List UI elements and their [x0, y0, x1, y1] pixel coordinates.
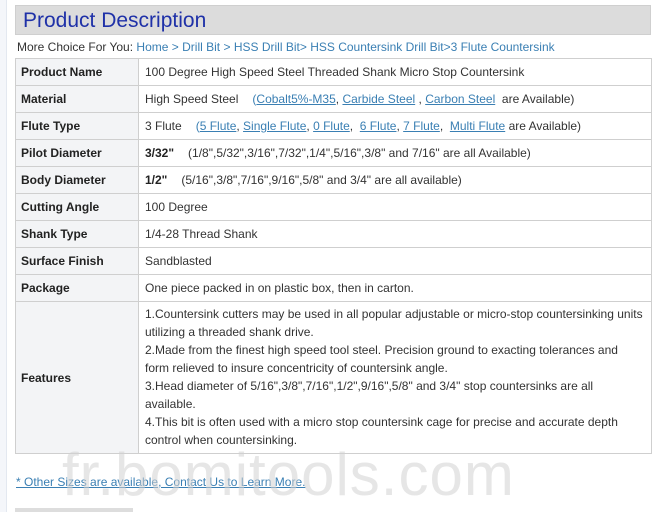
table-row: Package One piece packed in on plastic b… — [15, 274, 652, 302]
breadcrumb-3-flute-countersink[interactable]: 3 Flute Countersink — [451, 40, 555, 54]
spec-label: Surface Finish — [15, 247, 139, 275]
flute-option-link[interactable]: 7 Flute — [403, 119, 440, 133]
material-option-link[interactable]: Carbide Steel — [342, 92, 415, 106]
flute-value: 3 Flute — [145, 119, 182, 133]
material-value: High Speed Steel — [145, 92, 239, 106]
feature-item: 1.Countersink cutters may be used in all… — [145, 307, 643, 339]
flute-option-link[interactable]: Multi Flute — [450, 119, 505, 133]
table-row: Shank Type 1/4-28 Thread Shank — [15, 220, 652, 248]
flute-option-link[interactable]: 6 Flute — [360, 119, 397, 133]
breadcrumb-separator: > — [443, 40, 451, 54]
page-title: Product Description — [23, 9, 207, 32]
spec-value: Sandblasted — [138, 247, 652, 275]
spec-value: 3 Flute (5 Flute, Single Flute, 0 Flute, … — [138, 112, 652, 140]
spec-label: Cutting Angle — [15, 193, 139, 221]
pilot-diameter-value: 3/32" — [145, 146, 175, 160]
spec-label: Shank Type — [15, 220, 139, 248]
section-header: Product Description — [15, 5, 651, 35]
spec-label: Pilot Diameter — [15, 139, 139, 167]
spec-label: Flute Type — [15, 112, 139, 140]
body-diameter-note: (5/16",3/8",7/16",9/16",5/8" and 3/4" ar… — [181, 173, 462, 187]
availability-suffix: are Available) — [501, 92, 575, 106]
breadcrumb-separator: > — [171, 40, 179, 54]
breadcrumb: More Choice For You: Home > Drill Bit > … — [17, 40, 555, 54]
breadcrumb-lead: More Choice For You: — [17, 40, 134, 54]
spec-table: Product Name 100 Degree High Speed Steel… — [15, 58, 652, 454]
spec-value: 100 Degree High Speed Steel Threaded Sha… — [138, 58, 652, 86]
feature-item: 3.Head diameter of 5/16",3/8",7/16",1/2"… — [145, 379, 594, 411]
feature-item: 2.Made from the finest high speed tool s… — [145, 343, 618, 375]
spec-value: One piece packed in on plastic box, then… — [138, 274, 652, 302]
body-diameter-value: 1/2" — [145, 173, 168, 187]
pilot-diameter-note: (1/8",5/32",3/16",7/32",1/4",5/16",3/8" … — [188, 146, 531, 160]
material-option-link[interactable]: Carbon Steel — [425, 92, 495, 106]
spec-label: Features — [15, 301, 139, 454]
spec-label: Product Name — [15, 58, 139, 86]
table-row: Material High Speed Steel (Cobalt5%-M35, … — [15, 85, 652, 113]
breadcrumb-drill-bit[interactable]: Drill Bit — [182, 40, 220, 54]
spec-label: Package — [15, 274, 139, 302]
spec-label: Material — [15, 85, 139, 113]
spec-label: Body Diameter — [15, 166, 139, 194]
breadcrumb-home[interactable]: Home — [136, 40, 168, 54]
breadcrumb-separator: > — [223, 40, 231, 54]
spec-value: 3/32" (1/8",5/32",3/16",7/32",1/4",5/16",… — [138, 139, 652, 167]
features-list: 1.Countersink cutters may be used in all… — [138, 301, 652, 454]
spec-value: 100 Degree — [138, 193, 652, 221]
spec-value: 1/4-28 Thread Shank — [138, 220, 652, 248]
table-row: Product Name 100 Degree High Speed Steel… — [15, 58, 652, 86]
table-row: Cutting Angle 100 Degree — [15, 193, 652, 221]
spec-value: High Speed Steel (Cobalt5%-M35, Carbide S… — [138, 85, 652, 113]
availability-suffix: are Available) — [508, 119, 582, 133]
flute-option-link[interactable]: 5 Flute — [200, 119, 237, 133]
material-option-link[interactable]: Cobalt5%-M35 — [256, 92, 335, 106]
table-row: Body Diameter 1/2" (5/16",3/8",7/16",9/16… — [15, 166, 652, 194]
page-left-edge — [0, 0, 7, 512]
table-row: Surface Finish Sandblasted — [15, 247, 652, 275]
spec-value: 1/2" (5/16",3/8",7/16",9/16",5/8" and 3/4… — [138, 166, 652, 194]
breadcrumb-separator: > — [299, 40, 307, 54]
table-row: Pilot Diameter 3/32" (1/8",5/32",3/16",7/… — [15, 139, 652, 167]
contact-us-note-link[interactable]: * Other Sizes are available, Contact Us … — [16, 475, 305, 489]
feature-item: 4.This bit is often used with a micro st… — [145, 415, 618, 447]
breadcrumb-hss-countersink-drill-bit[interactable]: HSS Countersink Drill Bit — [310, 40, 443, 54]
table-row: Features 1.Countersink cutters may be us… — [15, 301, 652, 454]
flute-option-link[interactable]: Single Flute — [243, 119, 306, 133]
bottom-divider — [15, 508, 133, 512]
flute-option-link[interactable]: 0 Flute — [313, 119, 350, 133]
table-row: Flute Type 3 Flute (5 Flute, Single Flute… — [15, 112, 652, 140]
breadcrumb-hss-drill-bit[interactable]: HSS Drill Bit — [234, 40, 300, 54]
